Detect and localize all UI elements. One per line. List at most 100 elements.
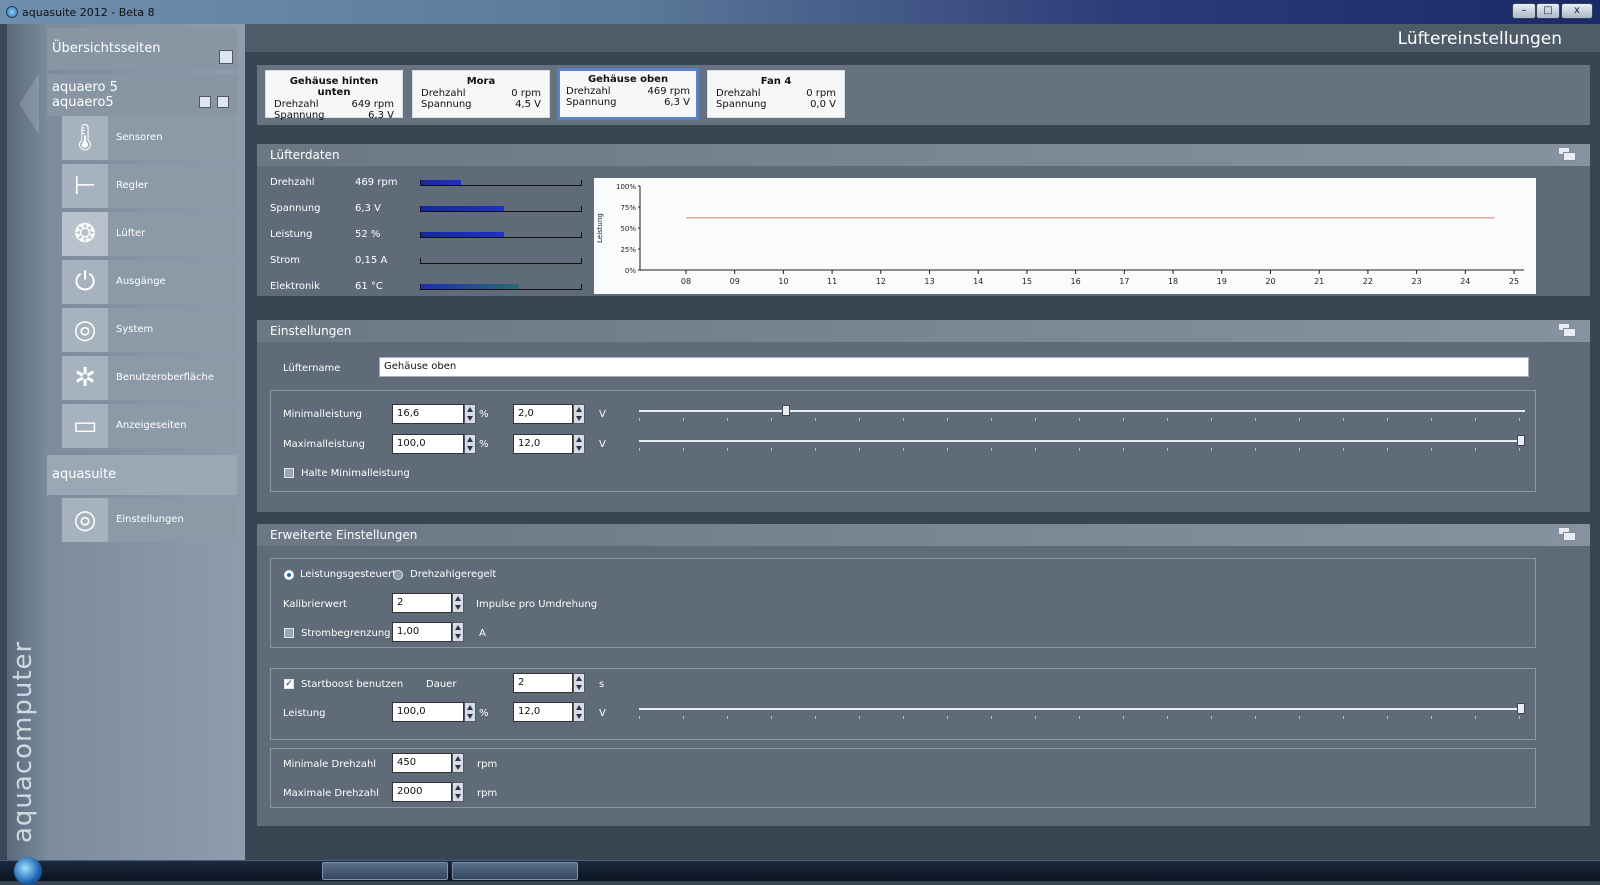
unit-label: % xyxy=(479,439,489,450)
stepper-arrows-icon[interactable] xyxy=(464,434,476,454)
slider-thumb[interactable] xyxy=(782,405,791,416)
sidebar-aquasuite[interactable]: aquasuite xyxy=(47,455,237,495)
sidebar-item-regler[interactable]: ⊢ Regler xyxy=(62,164,237,208)
window-toggle-icon[interactable] xyxy=(1558,323,1576,337)
fan-card[interactable]: Gehäuse hinten unten Drehzahl 649 rpm Spa… xyxy=(265,70,403,121)
level-bar xyxy=(420,232,582,238)
sidebar-item-anzeigeseiten[interactable]: ▭ Anzeigeseiten xyxy=(62,404,237,448)
startboost-checkbox[interactable]: ✓ xyxy=(284,679,294,689)
sidebar-item-einstellungen[interactable]: ◎ Einstellungen xyxy=(62,498,237,542)
device-name: aquaero 5 xyxy=(52,80,118,95)
min-power-pct-stepper[interactable]: 16,6 xyxy=(392,404,476,424)
boost-power-volt-stepper[interactable]: 12,0 xyxy=(513,702,585,722)
fan-card-speed-label: Drehzahl xyxy=(274,99,319,110)
pages-icon: ▭ xyxy=(62,404,108,448)
current-limit-checkbox[interactable] xyxy=(284,628,294,638)
mode-power-radio[interactable] xyxy=(284,570,294,580)
data-value: 0,15 A xyxy=(355,255,388,266)
panel-header: Lüfterdaten xyxy=(257,144,1590,166)
level-bar-fill xyxy=(421,284,519,289)
maximize-button[interactable]: □ xyxy=(1536,3,1560,19)
speed-range-box: Minimale Drehzahl 450 rpm Maximale Drehz… xyxy=(270,748,1536,808)
collapse-arrow-icon[interactable] xyxy=(19,74,39,134)
unit-label: V xyxy=(599,439,606,450)
thermometer-icon: 🌡 xyxy=(62,116,108,160)
sidebar-overview[interactable]: Übersichtsseiten xyxy=(47,28,237,70)
config-icon[interactable] xyxy=(217,96,229,108)
save-icon[interactable] xyxy=(199,96,211,108)
slider-thumb[interactable] xyxy=(1517,703,1525,714)
stepper-arrows-icon[interactable] xyxy=(452,753,464,773)
slider-thumb[interactable] xyxy=(1517,435,1525,446)
stepper-arrows-icon[interactable] xyxy=(452,622,464,642)
fan-card-speed: 0 rpm xyxy=(511,88,541,99)
stepper-arrows-icon[interactable] xyxy=(452,782,464,802)
max-power-pct-stepper[interactable]: 100,0 xyxy=(392,434,476,454)
min-speed-stepper[interactable]: 450 xyxy=(392,753,464,773)
stepper-arrows-icon[interactable] xyxy=(573,404,585,424)
y-axis-label: Leistung xyxy=(596,213,604,243)
mode-speed-radio[interactable] xyxy=(393,570,403,580)
slider-track xyxy=(639,440,1525,442)
window-toggle-icon[interactable] xyxy=(1558,147,1576,161)
fan-card-selected[interactable]: Gehäuse oben Drehzahl 469 rpm Spannung 6,3… xyxy=(557,68,699,120)
sidebar-item-label: Einstellungen xyxy=(108,498,237,542)
stepper-value: 12,0 xyxy=(518,438,541,449)
level-bar-fill xyxy=(421,180,461,185)
max-power-volt-stepper[interactable]: 12,0 xyxy=(513,434,585,454)
window-toggle-icon[interactable] xyxy=(1558,527,1576,541)
panel-title: Erweiterte Einstellungen xyxy=(270,528,418,542)
stepper-arrows-icon[interactable] xyxy=(573,673,585,693)
app-window: aquasuite 2012 - Beta 8 – □ x aquacomput… xyxy=(0,0,1600,885)
fan-card[interactable]: Mora Drehzahl 0 rpm Spannung 4,5 V xyxy=(412,70,550,118)
min-power-slider[interactable] xyxy=(639,405,1525,421)
sidebar-item-sensoren[interactable]: 🌡 Sensoren xyxy=(62,116,237,160)
min-power-label: Minimalleistung xyxy=(283,409,363,420)
minimize-button[interactable]: – xyxy=(1512,3,1536,19)
x-tick-label: 24 xyxy=(1460,277,1470,286)
current-limit-stepper[interactable]: 1,00 xyxy=(392,622,464,642)
sidebar-item-ausgaenge[interactable]: ⏻ Ausgänge xyxy=(62,260,237,304)
stepper-arrows-icon[interactable] xyxy=(452,593,464,613)
sidebar-item-label: Ausgänge xyxy=(108,260,237,304)
fan-name-input[interactable]: Gehäuse oben xyxy=(379,357,1529,377)
level-bar xyxy=(420,284,582,290)
sidebar-device[interactable]: aquaero 5 aquaero5 xyxy=(47,74,237,116)
stepper-arrows-icon[interactable] xyxy=(573,702,585,722)
sidebar-item-label: System xyxy=(108,308,237,352)
mode-speed-label: Drehzahlgeregelt xyxy=(410,569,497,580)
max-power-slider[interactable] xyxy=(639,435,1525,451)
min-power-volt-stepper[interactable]: 2,0 xyxy=(513,404,585,424)
fan-card-speed: 469 rpm xyxy=(647,86,690,97)
y-tick-label: 0% xyxy=(625,267,636,275)
fan-card-speed-label: Drehzahl xyxy=(421,88,466,99)
sidebar-item-benutzeroberflaeche[interactable]: ✲ Benutzeroberfläche xyxy=(62,356,237,400)
max-speed-stepper[interactable]: 2000 xyxy=(392,782,464,802)
power-limits-box: Minimalleistung 16,6 % 2,0 V Maximalleis… xyxy=(270,390,1536,492)
hold-min-power-checkbox[interactable] xyxy=(284,468,294,478)
fan-icon: ❂ xyxy=(62,212,108,256)
boost-power-slider[interactable] xyxy=(639,703,1525,719)
level-bar-fill xyxy=(421,232,505,237)
close-button[interactable]: x xyxy=(1561,3,1593,19)
taskbar-button[interactable] xyxy=(322,862,448,880)
fan-card-name: Gehäuse oben xyxy=(587,74,669,85)
unit-label: V xyxy=(599,409,606,420)
calibration-stepper[interactable]: 2 xyxy=(392,593,464,613)
title-bar: aquasuite 2012 - Beta 8 – □ x xyxy=(0,0,1600,24)
fan-card[interactable]: Fan 4 Drehzahl 0 rpm Spannung 0,0 V xyxy=(707,70,845,118)
sidebar-item-luefter[interactable]: ❂ Lüfter xyxy=(62,212,237,256)
stepper-arrows-icon[interactable] xyxy=(573,434,585,454)
grid-icon[interactable] xyxy=(219,50,233,64)
stepper-arrows-icon[interactable] xyxy=(464,702,476,722)
max-speed-label: Maximale Drehzahl xyxy=(283,788,380,799)
boost-power-pct-stepper[interactable]: 100,0 xyxy=(392,702,476,722)
taskbar-button[interactable] xyxy=(452,862,578,880)
x-tick-label: 18 xyxy=(1168,277,1178,286)
x-tick-label: 09 xyxy=(730,277,740,286)
sidebar-item-system[interactable]: ◎ System xyxy=(62,308,237,352)
duration-stepper[interactable]: 2 xyxy=(513,673,585,693)
fan-data-panel: Lüfterdaten Drehzahl 469 rpm Spannung 6,… xyxy=(257,144,1590,296)
fan-card-volt: 4,5 V xyxy=(515,99,541,110)
stepper-arrows-icon[interactable] xyxy=(464,404,476,424)
